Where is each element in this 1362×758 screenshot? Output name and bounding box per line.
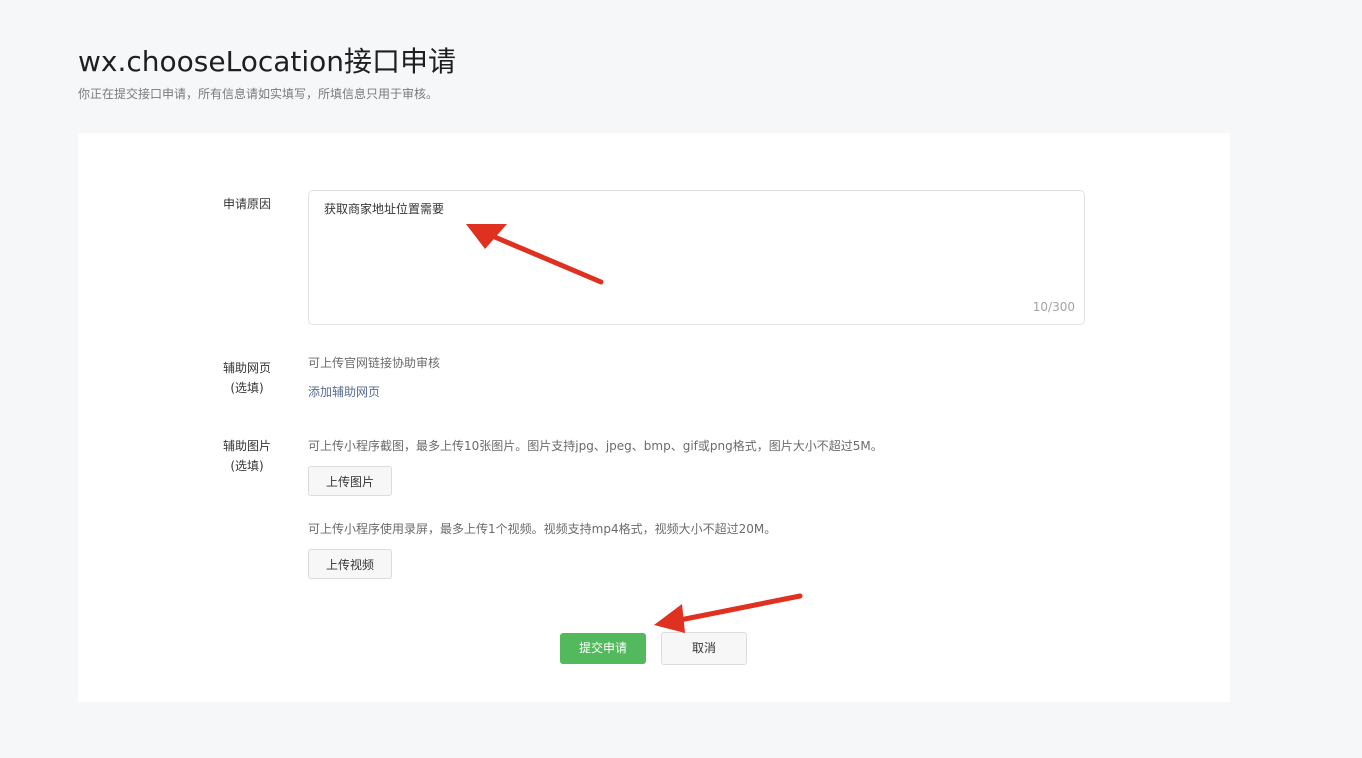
upload-image-button[interactable]: 上传图片 bbox=[308, 466, 392, 496]
reason-char-counter: 10/300 bbox=[1032, 300, 1075, 314]
cancel-button[interactable]: 取消 bbox=[661, 632, 747, 665]
add-webpage-link[interactable]: 添加辅助网页 bbox=[308, 383, 380, 401]
upload-video-button[interactable]: 上传视频 bbox=[308, 549, 392, 579]
webpage-label: 辅助网页 (选填) bbox=[222, 358, 272, 398]
image-upload-hint: 可上传小程序截图，最多上传10张图片。图片支持jpg、jpeg、bmp、gif或… bbox=[308, 439, 883, 453]
page-subtitle: 你正在提交接口申请，所有信息请如实填写，所填信息只用于审核。 bbox=[78, 87, 439, 101]
page: wx.chooseLocation接口申请 你正在提交接口申请，所有信息请如实填… bbox=[0, 0, 1362, 758]
page-title: wx.chooseLocation接口申请 bbox=[78, 45, 457, 78]
form-card: 申请原因 获取商家地址位置需要 10/300 辅助网页 (选填) 可上传官网链接… bbox=[78, 133, 1230, 702]
reason-textarea[interactable]: 获取商家地址位置需要 10/300 bbox=[308, 190, 1085, 325]
reason-label-text: 申请原因 bbox=[222, 197, 271, 211]
video-upload-hint: 可上传小程序使用录屏，最多上传1个视频。视频支持mp4格式，视频大小不超过20M… bbox=[308, 522, 777, 536]
webpage-hint: 可上传官网链接协助审核 bbox=[308, 356, 441, 370]
images-label-text: 辅助图片 bbox=[222, 439, 271, 453]
images-optional: (选填) bbox=[230, 459, 264, 473]
webpage-optional: (选填) bbox=[230, 381, 264, 395]
submit-button[interactable]: 提交申请 bbox=[560, 633, 646, 664]
images-label: 辅助图片 (选填) bbox=[222, 436, 272, 476]
reason-value: 获取商家地址位置需要 bbox=[324, 202, 445, 216]
webpage-label-text: 辅助网页 bbox=[222, 361, 271, 375]
reason-label: 申请原因 bbox=[222, 194, 272, 214]
